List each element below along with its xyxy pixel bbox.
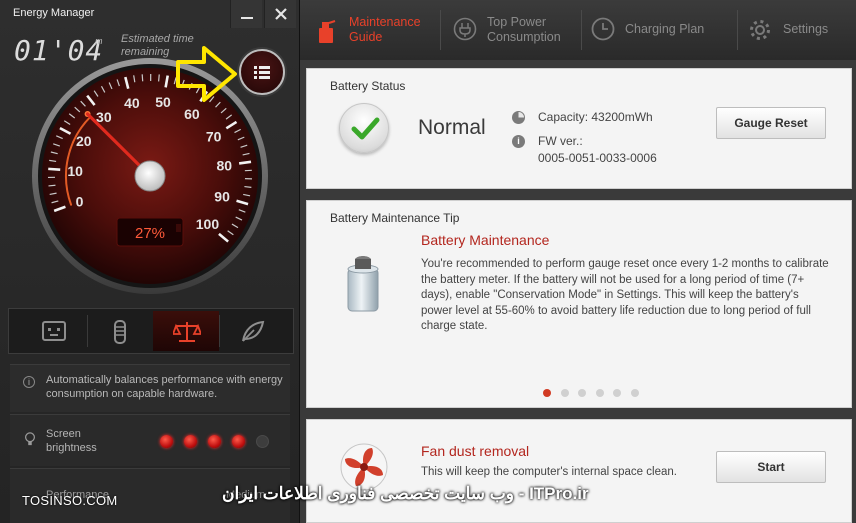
- title-bar: Energy Manager: [0, 0, 300, 28]
- tab-top-power-consumption[interactable]: Top Power Consumption: [441, 0, 581, 60]
- screen-brightness-row: Screen brightness: [10, 414, 290, 466]
- mode-tab-battery-saving[interactable]: [87, 311, 153, 351]
- mode-description-box: i Automatically balances performance wit…: [10, 364, 290, 412]
- fan-body: This will keep the computer's internal s…: [421, 466, 677, 478]
- gauge-readout: 27%: [135, 225, 165, 242]
- battery-status-value: Normal: [418, 116, 486, 139]
- firmware-version: 0005-0051-0033-0006: [538, 151, 657, 165]
- gauge-tick-label: 10: [67, 163, 83, 179]
- gauge-tick-label: 30: [96, 109, 112, 125]
- battery-coil-icon: [114, 320, 126, 344]
- tab-charging-plan-label: Charging Plan: [625, 22, 705, 36]
- tip-page-dot[interactable]: [543, 389, 551, 397]
- checkmark-icon: [351, 117, 380, 140]
- mode-tab-balanced[interactable]: [153, 311, 219, 351]
- brightness-level-dot[interactable]: [208, 435, 221, 448]
- list-icon: [254, 66, 270, 79]
- power-plug-icon: [453, 17, 477, 41]
- gauge-tick-label: 40: [124, 95, 140, 111]
- minimize-button[interactable]: [230, 0, 262, 28]
- capacity-icon: [512, 111, 525, 124]
- energy-manager-app: Energy Manager 01'04 m Estimated time re…: [0, 0, 856, 523]
- close-icon: [274, 8, 287, 20]
- mode-tab-eco[interactable]: [219, 311, 285, 351]
- minimize-icon: [240, 17, 253, 19]
- gauge-tick-label: 80: [216, 158, 232, 174]
- leaf-icon: [242, 320, 265, 342]
- mode-tab-intelligent[interactable]: [21, 311, 87, 351]
- tab-maintenance-guide-label: Maintenance Guide: [349, 15, 421, 44]
- gauge-tick-label: 60: [184, 106, 200, 122]
- tip-page-dot[interactable]: [613, 389, 621, 397]
- firmware-label: FW ver.:: [538, 134, 583, 148]
- brightness-level-dot[interactable]: [160, 435, 173, 448]
- tab-top-power-consumption-label: Top Power Consumption: [487, 15, 561, 44]
- brightness-level-dot[interactable]: [256, 435, 269, 448]
- tip-card-title: Battery Maintenance Tip: [330, 211, 460, 225]
- balance-scale-icon: [173, 322, 201, 342]
- left-panel: Energy Manager 01'04 m Estimated time re…: [0, 0, 300, 523]
- lightbulb-icon: [25, 432, 35, 446]
- gauge-tick-label: 90: [214, 189, 230, 205]
- tab-maintenance-guide[interactable]: Maintenance Guide: [300, 0, 440, 60]
- clock-unit: m: [95, 36, 103, 46]
- close-button[interactable]: [264, 0, 296, 28]
- tip-page-dot[interactable]: [595, 389, 604, 397]
- start-button[interactable]: Start: [716, 451, 826, 483]
- gauge-tick-label: 100: [196, 216, 220, 232]
- robot-face-icon: [42, 321, 66, 341]
- gauge-hub: [134, 160, 166, 192]
- gauge-tick: [48, 167, 61, 172]
- battery-status-card: Battery Status Normal Capacity: 43200mWh…: [306, 68, 852, 189]
- tab-charging-plan[interactable]: Charging Plan: [582, 0, 736, 60]
- gauge-tick-label: 0: [76, 194, 84, 210]
- gauge-tick: [48, 184, 56, 187]
- gauge-tick: [141, 74, 144, 82]
- watermark-itpro: وب سایت تخصصی فناوری اطلاعات ایران - ITP…: [222, 484, 589, 503]
- power-mode-bar: [8, 308, 294, 354]
- gauge-menu-button[interactable]: [239, 49, 285, 95]
- battery-capacity: Capacity: 43200mWh: [538, 110, 653, 124]
- fan-title: Fan dust removal: [421, 443, 530, 459]
- fan-dust-removal-card: Fan dust removal This will keep the comp…: [306, 419, 852, 523]
- battery-status-title: Battery Status: [330, 79, 406, 93]
- gauge-tick-label: 70: [206, 128, 222, 144]
- battery-cylinder-icon: [347, 256, 379, 312]
- screen-brightness-label: Screen brightness: [46, 428, 97, 454]
- gauge-tick: [158, 74, 160, 82]
- gauge-tick-label: 50: [155, 94, 171, 110]
- tip-heading: Battery Maintenance: [421, 232, 550, 248]
- gauge-tick: [238, 160, 252, 165]
- brightness-level-dot[interactable]: [232, 435, 245, 448]
- right-panel: Maintenance Guide Top Power Consumption …: [300, 0, 856, 523]
- gauge-tick-label: 20: [76, 133, 92, 149]
- mode-description: Automatically balances performance with …: [46, 374, 283, 400]
- yellow-arrow-annotation: [176, 46, 237, 102]
- status-ok-badge: [339, 103, 389, 153]
- tip-page-dot[interactable]: [578, 389, 586, 397]
- firmware-info-icon: i: [512, 135, 525, 148]
- tab-settings[interactable]: Settings: [738, 0, 856, 60]
- brightness-level-dot[interactable]: [184, 435, 197, 448]
- gear-icon: [750, 20, 770, 40]
- clock-icon: [591, 17, 615, 41]
- watermark-tosinso: TOSINSO.COM: [22, 493, 118, 508]
- battery-maintenance-tip-card: Battery Maintenance Tip Battery Maintena…: [306, 200, 852, 408]
- tab-settings-label: Settings: [783, 22, 829, 36]
- gauge-reset-button[interactable]: Gauge Reset: [716, 107, 826, 139]
- window-title: Energy Manager: [13, 7, 95, 19]
- top-tabs: Maintenance Guide Top Power Consumption …: [300, 0, 856, 60]
- tip-body: You're recommended to perform gauge rese…: [421, 258, 829, 332]
- tip-page-dot[interactable]: [630, 389, 639, 397]
- gauge-tick: [244, 185, 252, 188]
- tip-page-dot[interactable]: [560, 389, 569, 397]
- spray-bottle-icon: [319, 20, 336, 43]
- info-icon: i: [23, 376, 35, 388]
